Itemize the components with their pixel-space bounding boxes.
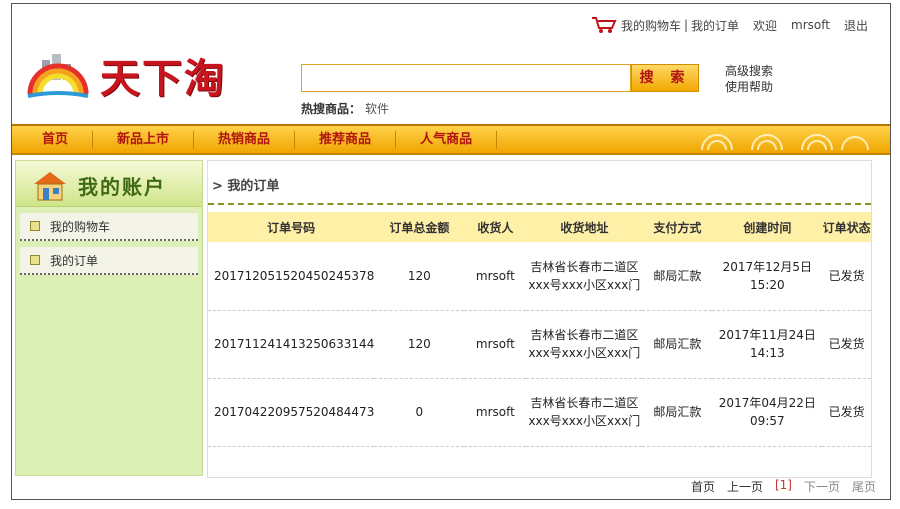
page-frame: 我的购物车 | 我的订单 欢迎 mrsoft 退出 天下淘 搜 索 热搜商品：软… xyxy=(11,3,891,500)
bullet-square-icon xyxy=(30,221,40,231)
link-separator: | xyxy=(683,18,689,32)
order-amount: 120 xyxy=(374,242,465,311)
order-status: 已发货 xyxy=(822,378,871,447)
pagination: 首页 上一页 [1] 下一页 尾页 xyxy=(679,478,876,495)
address-line: 吉林省长春市二道区 xyxy=(530,328,639,342)
my-cart-link[interactable]: 我的购物车 xyxy=(621,17,681,34)
order-payment: 邮局汇款 xyxy=(642,310,713,379)
address-line: 吉林省长春市二道区 xyxy=(530,396,639,410)
order-status: 已发货 xyxy=(822,242,871,311)
orders-panel: > 我的订单 订单号码 订单总金额 收货人 收货地址 支付方式 创建时间 订单状… xyxy=(207,160,872,478)
order-address: 吉林省长春市二道区 xxx号xxx小区xxx门 xyxy=(526,242,643,311)
username: mrsoft xyxy=(791,18,830,32)
created-time: 14:13 xyxy=(750,346,785,360)
created-date: 2017年04月22日 xyxy=(718,396,816,410)
search-extra-links: 高级搜索 使用帮助 xyxy=(725,63,773,95)
hot-search-label: 热搜商品： xyxy=(301,102,362,116)
rainbow-logo-icon xyxy=(27,54,89,98)
sidebar-item-my-orders[interactable]: 我的订单 xyxy=(20,247,198,275)
order-address: 吉林省长春市二道区 xxx号xxx小区xxx门 xyxy=(526,378,643,447)
decorative-swirls-icon xyxy=(701,134,869,151)
address-line: 吉林省长春市二道区 xyxy=(530,259,639,274)
sidebar-header: 我的账户 xyxy=(16,161,202,207)
order-created: 2017年11月24日 14:13 xyxy=(712,310,823,379)
order-address: 吉林省长春市二道区 xxx号xxx小区xxx门 xyxy=(526,310,643,379)
order-payment: 邮局汇款 xyxy=(642,378,713,447)
hot-search-keyword[interactable]: 软件 xyxy=(365,102,389,116)
order-amount: 120 xyxy=(374,310,465,379)
help-link[interactable]: 使用帮助 xyxy=(725,79,773,95)
col-receiver: 收货人 xyxy=(464,212,527,242)
table-row[interactable]: 201712051520450245378 120 mrsoft 吉林省长春市二… xyxy=(208,242,871,311)
col-payment: 支付方式 xyxy=(642,212,713,242)
order-status: 已发货 xyxy=(822,310,871,379)
order-receiver: mrsoft xyxy=(464,378,527,447)
advanced-search-link[interactable]: 高级搜索 xyxy=(725,63,773,79)
created-date: 2017年12月5日 xyxy=(722,259,813,274)
col-status: 订单状态 xyxy=(822,212,871,242)
order-receiver: mrsoft xyxy=(464,242,527,311)
created-time: 15:20 xyxy=(750,277,785,292)
nav-home[interactable]: 首页 xyxy=(12,130,94,149)
order-number: 201711241413250633144 xyxy=(208,310,375,379)
sidebar-item-label: 我的购物车 xyxy=(50,219,111,234)
nav-popular[interactable]: 人气商品 xyxy=(396,130,498,149)
logout-link[interactable]: 退出 xyxy=(844,17,868,34)
search-button[interactable]: 搜 索 xyxy=(631,64,699,92)
page-last[interactable]: 尾页 xyxy=(852,478,876,495)
logo-text: 天下淘 xyxy=(100,55,226,102)
sidebar-item-label: 我的订单 xyxy=(50,253,99,268)
order-created: 2017年04月22日 09:57 xyxy=(712,378,823,447)
col-address: 收货地址 xyxy=(526,212,643,242)
created-time: 09:57 xyxy=(750,414,785,428)
page-current[interactable]: [1] xyxy=(775,478,792,495)
table-row[interactable]: 201704220957520484473 0 mrsoft 吉林省长春市二道区… xyxy=(208,378,871,447)
table-row[interactable]: 201711241413250633144 120 mrsoft 吉林省长春市二… xyxy=(208,310,871,379)
col-amount: 订单总金额 xyxy=(374,212,465,242)
address-line: xxx号xxx小区xxx门 xyxy=(528,414,641,428)
shopping-cart-icon xyxy=(591,17,617,33)
order-number: 201704220957520484473 xyxy=(208,378,375,447)
created-date: 2017年11月24日 xyxy=(718,328,816,342)
nav-recommended[interactable]: 推荐商品 xyxy=(295,130,397,149)
col-order-no: 订单号码 xyxy=(208,212,375,242)
house-icon xyxy=(34,172,66,201)
nav-new-arrivals[interactable]: 新品上市 xyxy=(93,130,195,149)
address-line: xxx号xxx小区xxx门 xyxy=(528,277,641,292)
nav-hot-products[interactable]: 热销商品 xyxy=(194,130,296,149)
my-orders-link[interactable]: 我的订单 xyxy=(691,17,739,34)
bullet-square-icon xyxy=(30,255,40,265)
search-input[interactable] xyxy=(301,64,631,92)
page-first[interactable]: 首页 xyxy=(691,478,715,495)
orders-table: 订单号码 订单总金额 收货人 收货地址 支付方式 创建时间 订单状态 20171… xyxy=(208,212,871,447)
table-header-row: 订单号码 订单总金额 收货人 收货地址 支付方式 创建时间 订单状态 xyxy=(208,212,871,242)
address-line: xxx号xxx小区xxx门 xyxy=(528,346,641,360)
order-created: 2017年12月5日 15:20 xyxy=(712,242,823,311)
account-sidebar: 我的账户 我的购物车 我的订单 xyxy=(15,160,203,476)
welcome-text: 欢迎 xyxy=(753,18,778,33)
page-prev[interactable]: 上一页 xyxy=(727,478,763,495)
col-created: 创建时间 xyxy=(712,212,823,242)
site-logo[interactable]: 天下淘 xyxy=(26,46,236,106)
page-next[interactable]: 下一页 xyxy=(804,478,840,495)
sidebar-title: 我的账户 xyxy=(78,175,166,199)
top-links: 我的购物车 | 我的订单 欢迎 mrsoft 退出 xyxy=(591,16,868,34)
order-payment: 邮局汇款 xyxy=(642,242,713,311)
order-number: 201712051520450245378 xyxy=(208,242,375,311)
order-receiver: mrsoft xyxy=(464,310,527,379)
sidebar-item-my-cart[interactable]: 我的购物车 xyxy=(20,213,198,241)
divider xyxy=(208,203,871,205)
hot-search: 热搜商品： 软件 xyxy=(301,100,389,117)
breadcrumb: > 我的订单 xyxy=(212,179,280,194)
order-amount: 0 xyxy=(374,378,465,447)
main-nav: 首页 新品上市 热销商品 推荐商品 人气商品 xyxy=(12,124,890,155)
